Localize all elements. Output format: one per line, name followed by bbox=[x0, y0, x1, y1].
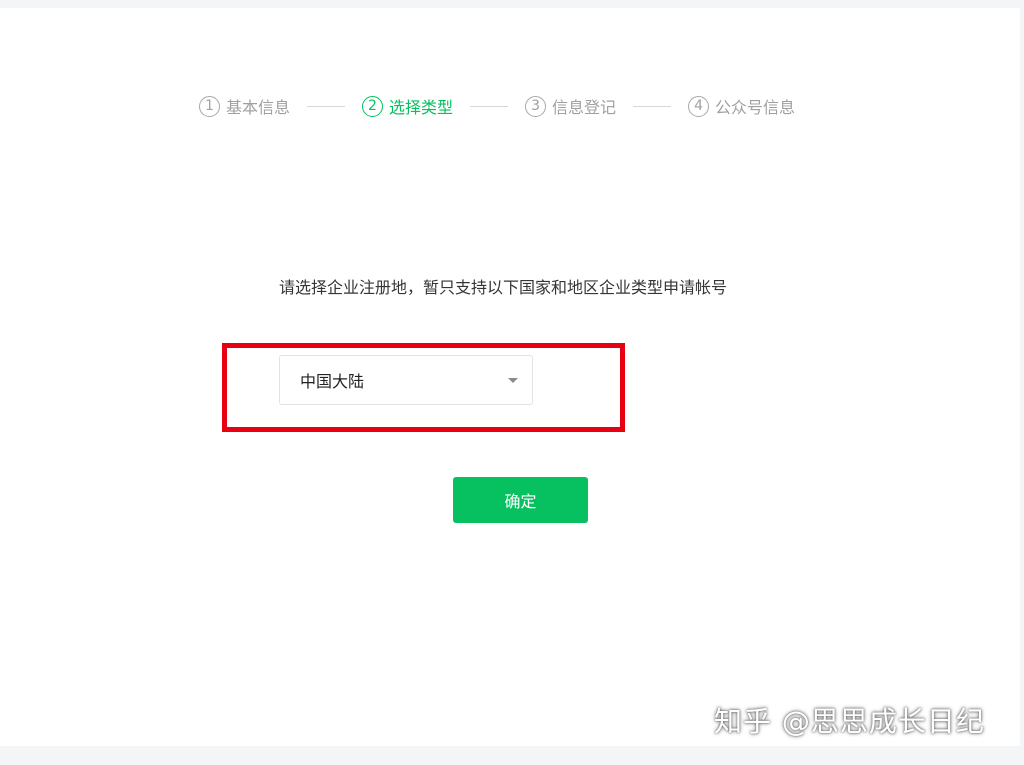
step-basic-info: 1 基本信息 bbox=[199, 94, 290, 118]
watermark: 知乎 @思思成长日纪 bbox=[714, 705, 985, 738]
step-label: 选择类型 bbox=[389, 98, 454, 117]
step-select-type: 2 选择类型 bbox=[362, 94, 453, 118]
step-number: 3 bbox=[525, 95, 547, 117]
step-connector bbox=[307, 105, 346, 107]
step-progress: 1 基本信息 2 选择类型 3 信息登记 4 公众号信息 bbox=[199, 94, 795, 118]
step-label: 基本信息 bbox=[226, 98, 291, 117]
chevron-down-icon bbox=[508, 377, 518, 383]
region-notice: 请选择企业注册地，暂只支持以下国家和地区企业类型申请帐号 bbox=[279, 278, 728, 297]
step-label: 公众号信息 bbox=[715, 98, 796, 117]
page: 1 基本信息 2 选择类型 3 信息登记 4 公众号信息 请选择企业注册地，暂只… bbox=[0, 8, 1020, 746]
step-number: 2 bbox=[362, 95, 384, 117]
region-select[interactable]: 中国大陆 bbox=[279, 355, 533, 405]
step-number: 4 bbox=[688, 95, 710, 117]
region-select-value: 中国大陆 bbox=[300, 372, 365, 391]
confirm-button[interactable]: 确定 bbox=[453, 477, 588, 523]
step-account-info: 4 公众号信息 bbox=[688, 94, 795, 118]
step-label: 信息登记 bbox=[552, 98, 617, 117]
step-connector bbox=[470, 105, 509, 107]
step-number: 1 bbox=[199, 95, 220, 117]
step-info-registration: 3 信息登记 bbox=[525, 94, 616, 118]
step-connector bbox=[633, 105, 672, 107]
